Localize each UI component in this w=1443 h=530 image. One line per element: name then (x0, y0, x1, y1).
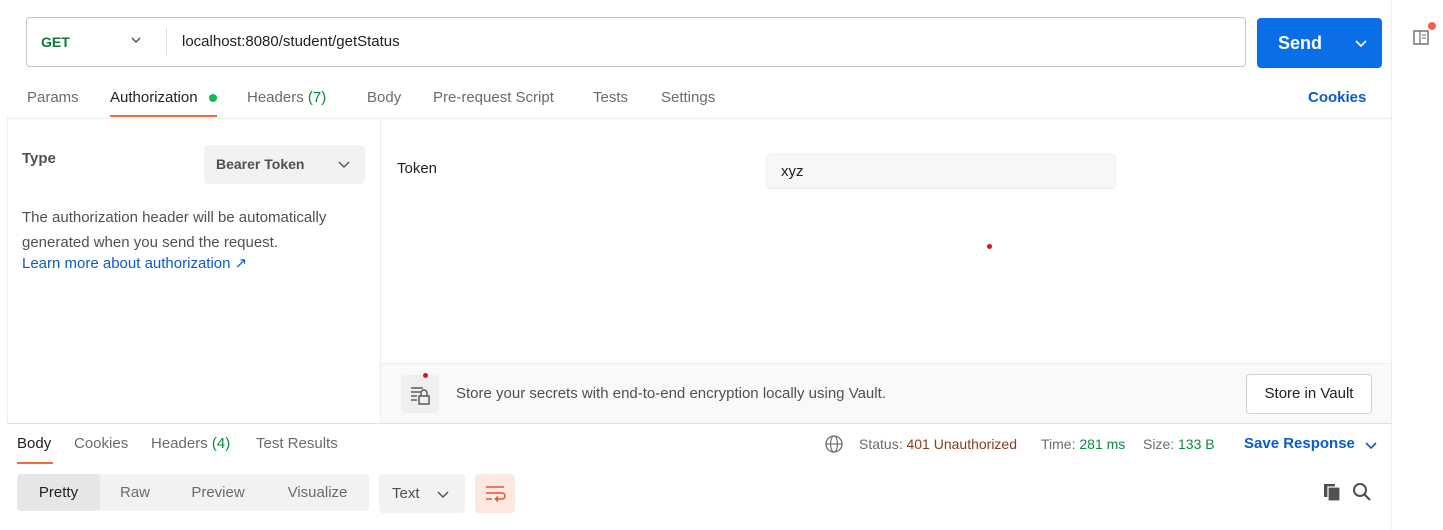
response-divider (7, 423, 1391, 424)
send-button[interactable]: Send (1257, 18, 1382, 68)
url-divider (166, 28, 167, 56)
tab-label: Headers (247, 89, 304, 106)
tab-params[interactable]: Params (27, 88, 79, 108)
request-url-bar: GET localhost:8080/student/getStatus (26, 17, 1246, 67)
tab-body[interactable]: Body (367, 88, 401, 108)
tab-authorization[interactable]: Authorization (110, 88, 198, 108)
auth-type-value: Bearer Token (216, 156, 305, 172)
status-readout[interactable]: Status: 401 Unauthorized (859, 434, 1017, 454)
divider (7, 118, 8, 423)
format-value: Text (392, 485, 420, 502)
response-tab-body[interactable]: Body (17, 434, 51, 454)
tab-label: Authorization (110, 89, 198, 106)
time-label: Time: (1041, 436, 1076, 452)
view-mode-preview[interactable]: Preview (170, 474, 266, 511)
tab-headers[interactable]: Headers (7) (247, 88, 326, 108)
view-mode-pretty[interactable]: Pretty (17, 474, 100, 511)
wrap-lines-button[interactable] (475, 474, 515, 513)
view-mode-toggle: Pretty Raw Preview Visualize (17, 474, 369, 511)
search-icon[interactable] (1351, 481, 1373, 503)
view-mode-raw[interactable]: Raw (100, 474, 170, 511)
size-readout[interactable]: Size: 133 B (1143, 434, 1215, 454)
method-select[interactable]: GET (41, 18, 70, 66)
copy-icon[interactable] (1321, 481, 1343, 503)
tab-count: (7) (307, 89, 327, 106)
vault-message: Store your secrets with end-to-end encry… (456, 385, 886, 402)
status-label: Status: (859, 436, 903, 452)
vault-icon (411, 387, 430, 405)
tab-tests[interactable]: Tests (593, 88, 628, 108)
token-label: Token (397, 160, 438, 177)
response-tab-headers[interactable]: Headers (4) (151, 434, 230, 454)
cookies-link[interactable]: Cookies (1308, 88, 1366, 108)
token-input[interactable]: xyz (766, 154, 1116, 189)
chevron-down-icon[interactable] (131, 35, 141, 45)
wrap-lines-icon (486, 486, 506, 503)
send-label: Send (1278, 33, 1323, 53)
divider (7, 118, 1391, 119)
tab-label: Params (27, 89, 79, 106)
chevron-down-icon[interactable] (1365, 440, 1377, 450)
size-label: Size: (1143, 436, 1175, 452)
vault-icon (401, 375, 439, 413)
auth-description: The authorization header will be automat… (22, 209, 327, 251)
cursor-dot (987, 244, 992, 249)
notification-dot (1428, 22, 1436, 30)
active-tab-indicator (17, 462, 53, 464)
vault-notification-dot (423, 373, 428, 378)
format-select[interactable]: Text (379, 474, 465, 513)
tab-label: Tests (593, 89, 629, 106)
url-input[interactable]: localhost:8080/student/getStatus (182, 18, 400, 66)
tab-label: Headers (151, 435, 208, 452)
save-response-button[interactable]: Save Response (1244, 434, 1355, 454)
store-in-vault-button[interactable]: Store in Vault (1246, 374, 1372, 414)
token-value: xyz (781, 163, 804, 180)
auth-type-select[interactable]: Bearer Token (204, 145, 365, 184)
tab-pre-request-script[interactable]: Pre-request Script (433, 88, 554, 108)
view-mode-visualize[interactable]: Visualize (266, 474, 369, 511)
authorization-set-dot (209, 94, 217, 102)
tab-settings[interactable]: Settings (661, 88, 715, 108)
time-readout[interactable]: Time: 281 ms (1041, 434, 1125, 454)
vault-banner: Store your secrets with end-to-end encry… (381, 363, 1391, 423)
side-panel-icon[interactable] (1411, 27, 1433, 49)
chevron-down-icon[interactable] (1355, 38, 1367, 48)
active-tab-indicator (110, 115, 217, 117)
globe-icon[interactable] (824, 434, 844, 454)
tab-label: Body (367, 89, 402, 106)
learn-more-link[interactable]: Learn more about authorization ↗ (22, 254, 247, 274)
tab-count: (4) (211, 435, 231, 452)
status-value: 401 Unauthorized (906, 436, 1018, 452)
chevron-down-icon (338, 161, 350, 168)
tab-label: Settings (661, 89, 716, 106)
response-tab-test-results[interactable]: Test Results (256, 434, 338, 454)
time-value: 281 ms (1079, 436, 1126, 452)
tab-label: Pre-request Script (433, 89, 554, 106)
response-tab-cookies[interactable]: Cookies (74, 434, 128, 454)
auth-type-label: Type (22, 150, 56, 167)
chevron-down-icon (437, 491, 449, 498)
size-value: 133 B (1178, 436, 1215, 452)
right-sidebar-divider (1391, 0, 1392, 530)
